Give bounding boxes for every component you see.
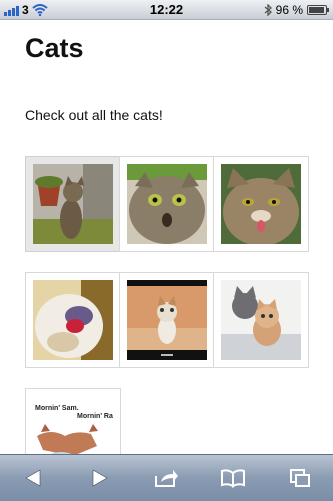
cat-photo-3 xyxy=(221,164,301,244)
bluetooth-icon xyxy=(264,4,272,16)
cat-photo-4 xyxy=(33,280,113,360)
tabs-icon xyxy=(289,469,310,487)
cat-photo-2 xyxy=(127,164,207,244)
cat-photo-5 xyxy=(127,280,207,360)
cat-photo-7: Mornin' Sam. Mornin' Ra xyxy=(33,396,113,454)
web-page[interactable]: Cats Check out all the cats! Mornin' Sam… xyxy=(0,21,333,454)
cat-thumbnail-5[interactable] xyxy=(119,272,215,368)
tabs-button[interactable] xyxy=(280,461,320,495)
cat-thumbnail-4[interactable] xyxy=(25,272,121,368)
share-button[interactable] xyxy=(146,461,186,495)
battery-icon xyxy=(307,5,329,15)
browser-toolbar xyxy=(0,454,333,501)
forward-icon xyxy=(92,469,108,487)
back-button[interactable] xyxy=(13,461,53,495)
status-bar: 3 12:22 96 % xyxy=(0,0,333,20)
battery-percent: 96 % xyxy=(275,3,303,17)
page-title: Cats xyxy=(25,33,84,63)
forward-button[interactable] xyxy=(80,461,120,495)
intro-text: Check out all the cats! xyxy=(25,107,163,123)
cat-thumbnail-3[interactable] xyxy=(213,156,309,252)
share-icon xyxy=(155,470,179,487)
cat-thumbnail-6[interactable] xyxy=(213,272,309,368)
back-icon xyxy=(25,469,41,487)
cat-thumbnail-1[interactable] xyxy=(25,156,121,252)
caption-left: Mornin' Sam. xyxy=(35,405,79,412)
bookmarks-icon xyxy=(221,469,246,488)
bookmarks-button[interactable] xyxy=(213,461,253,495)
cat-photo-1 xyxy=(33,164,113,244)
caption-right: Mornin' Ra xyxy=(77,413,113,420)
status-right: 96 % xyxy=(264,3,329,17)
cat-thumbnail-2[interactable] xyxy=(119,156,215,252)
cat-photo-6 xyxy=(221,280,301,360)
cat-thumbnail-7[interactable]: Mornin' Sam. Mornin' Ra xyxy=(25,388,121,454)
